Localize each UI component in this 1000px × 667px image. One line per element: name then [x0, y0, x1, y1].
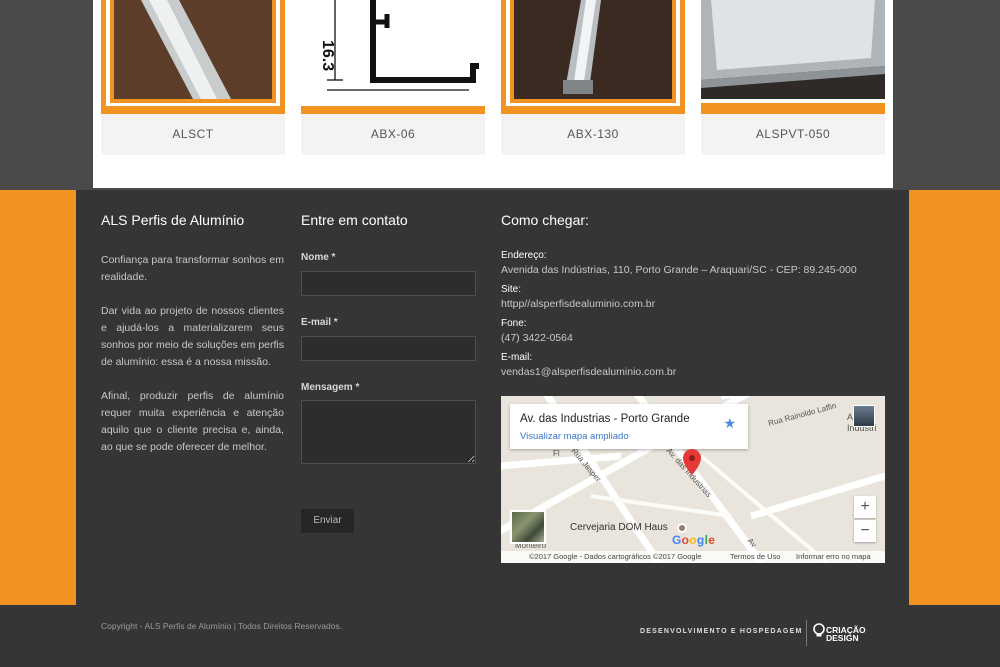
- google-logo: Google: [672, 533, 716, 547]
- footer-divider: [806, 620, 807, 646]
- poi-label[interactable]: Cervejaria DOM Haus: [570, 522, 668, 533]
- agency-logo-line: DESIGN: [826, 633, 859, 643]
- product-code[interactable]: ABX-06: [301, 114, 485, 155]
- message-label: Mensagem *: [301, 382, 360, 393]
- directions-column: Como chegar: Endereço: Avenida das Indús…: [501, 212, 885, 386]
- product-card-alspvt-050[interactable]: ALSPVT-050: [701, 0, 885, 155]
- site-label: Site:: [501, 284, 522, 295]
- map-terms-link[interactable]: Termos de Uso: [730, 551, 780, 563]
- phone-label: Fone:: [501, 318, 527, 329]
- map-place-card: Av. das Industrias - Porto Grande Visual…: [510, 404, 748, 449]
- map-attribution: ©2017 Google - Dados cartográficos ©2017…: [529, 552, 702, 561]
- street-label: Fl: [553, 449, 560, 458]
- product-photo-alsct[interactable]: [101, 0, 285, 114]
- product-card-abx-130[interactable]: ABX-130: [501, 0, 685, 155]
- product-photo-alspvt-050[interactable]: [701, 0, 885, 114]
- about-paragraph: Afinal, produzir perfis de alumínio requ…: [101, 390, 284, 453]
- map-pin-icon[interactable]: [683, 449, 701, 475]
- about-paragraph: Dar vida ao projeto de nossos clientes e…: [101, 305, 284, 368]
- user-avatar-icon[interactable]: [853, 405, 875, 427]
- developer-text[interactable]: DESENVOLVIMENTO E HOSPEDAGEM: [640, 628, 802, 635]
- embedded-map[interactable]: Rua Rainoldo Laffin Av. das Industrias R…: [501, 396, 885, 563]
- name-field[interactable]: [301, 271, 476, 296]
- name-label: Nome *: [301, 252, 336, 263]
- address-label: Endereço:: [501, 250, 547, 261]
- email-label: E-mail:: [501, 352, 533, 363]
- product-card-abx-06[interactable]: 16.3 ABX-06: [301, 0, 485, 155]
- drawing-dimension: 16.3: [319, 40, 336, 71]
- poi-icon[interactable]: [677, 523, 687, 533]
- product-card-alsct[interactable]: ALSCT: [101, 0, 285, 155]
- bulb-icon[interactable]: [812, 623, 826, 637]
- message-field[interactable]: [301, 400, 476, 464]
- satellite-toggle[interactable]: [510, 510, 546, 544]
- contact-title: Entre em contato: [301, 212, 408, 228]
- product-photo-abx-06[interactable]: 16.3: [301, 0, 485, 114]
- star-icon[interactable]: ★: [723, 415, 736, 432]
- zoom-out-button[interactable]: −: [854, 520, 876, 542]
- email-value[interactable]: vendas1@alsperfisdealuminio.com.br: [501, 366, 885, 378]
- product-code[interactable]: ALSCT: [101, 114, 285, 155]
- send-button[interactable]: Enviar: [301, 509, 354, 533]
- about-title: ALS Perfis de Alumínio: [101, 212, 245, 228]
- about-paragraph: Confiança para transformar sonhos em rea…: [101, 254, 284, 283]
- email-field[interactable]: [301, 336, 476, 361]
- directions-title: Como chegar:: [501, 212, 589, 228]
- phone-value: (47) 3422-0564: [501, 332, 573, 344]
- contact-form: Entre em contato Nome * E-mail * Mensage…: [301, 212, 477, 464]
- about-column: ALS Perfis de Alumínio Confiança para tr…: [101, 212, 284, 473]
- email-label: E-mail *: [301, 317, 338, 328]
- copyright-text: Copyright - ALS Perfis de Alumínio | Tod…: [101, 621, 343, 631]
- map-report-link[interactable]: Informar erro no mapa: [796, 551, 871, 563]
- product-photo-abx-130[interactable]: [501, 0, 685, 114]
- product-code[interactable]: ALSPVT-050: [701, 114, 885, 155]
- product-grid: ALSCT 16.3 ABX-06 ABX-130 ALSPVT-050: [93, 0, 893, 188]
- address-value: Avenida das Indústrias, 110, Porto Grand…: [501, 264, 857, 276]
- agency-logo[interactable]: CRIAÇÃO DESIGN: [826, 626, 866, 643]
- map-place-title: Av. das Industrias - Porto Grande: [520, 413, 690, 425]
- larger-map-link[interactable]: Visualizar mapa ampliado: [520, 431, 629, 442]
- map-attribution-bar: ©2017 Google - Dados cartográficos ©2017…: [501, 551, 885, 563]
- product-code[interactable]: ABX-130: [501, 114, 685, 155]
- site-value[interactable]: httpp//alsperfisdealuminio.com.br: [501, 298, 885, 310]
- zoom-in-button[interactable]: +: [854, 496, 876, 518]
- street-label: Rua Rainoldo Laffin: [767, 401, 837, 428]
